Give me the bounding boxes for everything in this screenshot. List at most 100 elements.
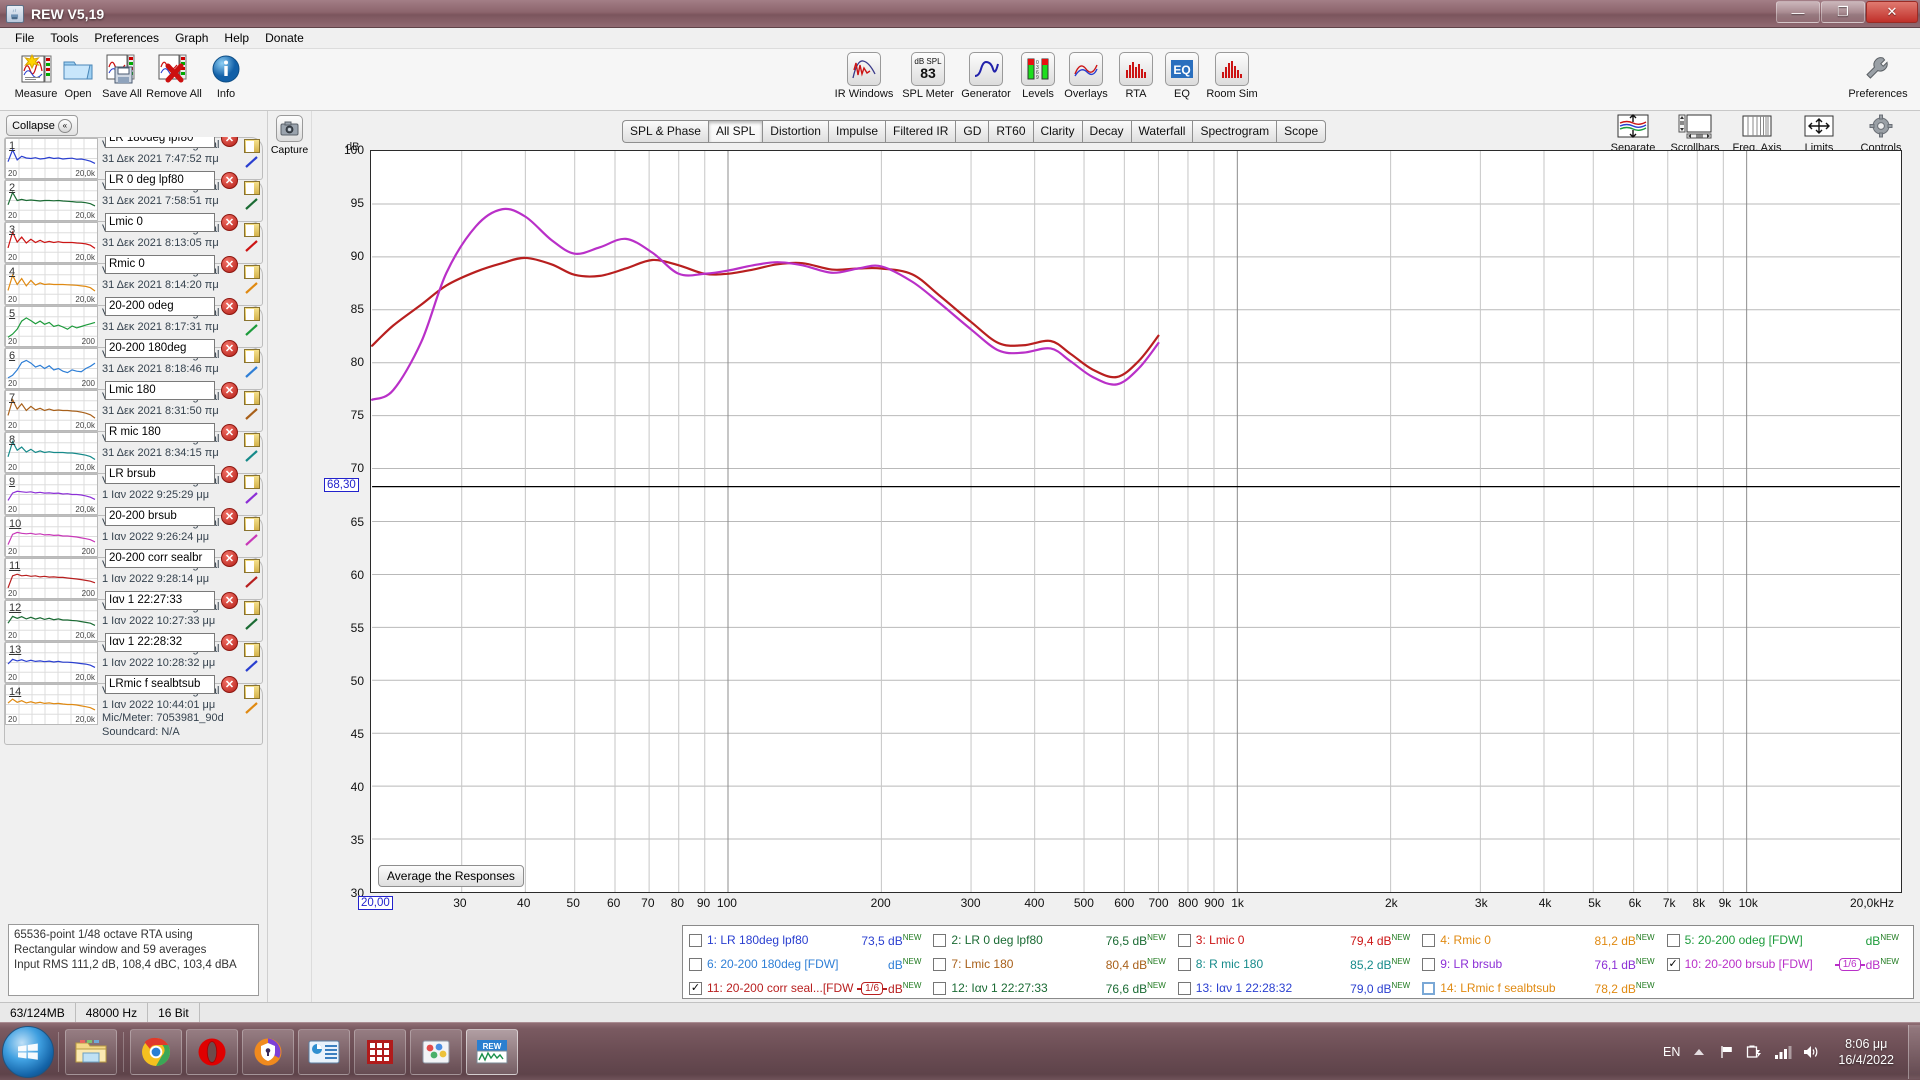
delete-measurement-button[interactable]: ✕ <box>221 382 238 399</box>
measurement-name-input[interactable]: R mic 180 <box>105 423 215 442</box>
legend-checkbox[interactable] <box>689 957 702 971</box>
legend-checkbox[interactable] <box>1422 981 1436 995</box>
edit-notes-icon[interactable] <box>244 685 260 699</box>
taskbar-equalizer-apo[interactable] <box>298 1028 350 1075</box>
legend-checkbox[interactable] <box>933 957 947 971</box>
menu-item-preferences[interactable]: Preferences <box>87 29 166 47</box>
measurement-thumbnail[interactable]: 7 20 20,0k <box>5 390 98 431</box>
legend-item[interactable]: 12: Ιαν 1 22:27:33 76,6 dBNEW <box>931 976 1175 1000</box>
tab-filtered-ir[interactable]: Filtered IR <box>885 120 956 143</box>
delete-measurement-button[interactable]: ✕ <box>221 256 238 273</box>
average-responses-button[interactable]: Average the Responses <box>378 865 524 887</box>
trace-color-icon[interactable] <box>245 324 259 336</box>
legend-checkbox[interactable]: ✓ <box>689 981 702 995</box>
delete-measurement-button[interactable]: ✕ <box>221 508 238 525</box>
trace-color-icon[interactable] <box>245 618 259 630</box>
edit-notes-icon[interactable] <box>244 181 260 195</box>
taskbar-clock[interactable]: 8:06 μμ 16/4/2022 <box>1830 1036 1902 1068</box>
speaker-icon[interactable] <box>1802 1043 1820 1061</box>
measurement-thumbnail[interactable]: 13 20 20,0k <box>5 642 98 683</box>
legend-checkbox[interactable] <box>1422 933 1436 947</box>
legend-item[interactable]: 3: Lmic 0 79,4 dBNEW <box>1176 928 1420 952</box>
tab-all-spl[interactable]: All SPL <box>707 120 763 143</box>
collapse-button[interactable]: Collapse « <box>6 115 78 136</box>
smoothing-badge[interactable]: 1/6 <box>857 981 887 995</box>
close-button[interactable]: ✕ <box>1866 1 1918 23</box>
menu-item-tools[interactable]: Tools <box>43 29 85 47</box>
legend-item[interactable]: ✓ 10: 20-200 brsub [FDW] 1/6 dBNEW <box>1665 952 1909 976</box>
legend-item[interactable]: 13: Ιαν 1 22:28:32 79,0 dBNEW <box>1176 976 1420 1000</box>
tab-waterfall[interactable]: Waterfall <box>1130 120 1193 143</box>
measurement-name-input[interactable]: 20-200 corr sealbr <box>105 549 215 568</box>
legend-item[interactable]: 1: LR 180deg lpf80 73,5 dBNEW <box>687 928 931 952</box>
tab-clarity[interactable]: Clarity <box>1032 120 1082 143</box>
menu-item-file[interactable]: File <box>8 29 41 47</box>
taskbar-paint[interactable] <box>410 1028 462 1075</box>
legend-checkbox[interactable] <box>933 981 947 995</box>
tab-decay[interactable]: Decay <box>1081 120 1131 143</box>
measurement-thumbnail[interactable]: 4 20 20,0k <box>5 264 98 305</box>
legend-checkbox[interactable] <box>689 933 702 947</box>
trace-color-icon[interactable] <box>245 534 259 546</box>
tab-spl-phase[interactable]: SPL & Phase <box>622 120 708 143</box>
edit-notes-icon[interactable] <box>244 307 260 321</box>
maximize-button[interactable]: ❐ <box>1821 1 1865 23</box>
delete-measurement-button[interactable]: ✕ <box>221 550 238 567</box>
spl-chart[interactable] <box>370 150 1902 893</box>
trace-color-icon[interactable] <box>245 408 259 420</box>
delete-measurement-button[interactable]: ✕ <box>221 214 238 231</box>
measurement-thumbnail[interactable]: 6 20 200 <box>5 348 98 389</box>
edit-notes-icon[interactable] <box>244 433 260 447</box>
trace-color-icon[interactable] <box>245 240 259 252</box>
trace-color-icon[interactable] <box>245 450 259 462</box>
action-center-icon[interactable] <box>1718 1043 1736 1061</box>
measurement-thumbnail[interactable]: 11 20 200 <box>5 558 98 599</box>
ir-windows-button[interactable]: IR Windows <box>828 51 900 109</box>
legend-item[interactable]: 7: Lmic 180 80,4 dBNEW <box>931 952 1175 976</box>
legend-item[interactable]: 8: R mic 180 85,2 dBNEW <box>1176 952 1420 976</box>
windows-start-icon[interactable] <box>2 1025 54 1078</box>
legend-item[interactable]: ✓ 11: 20-200 corr seal...[FDW 1/6 dBNEW <box>687 976 931 1000</box>
legend-checkbox[interactable] <box>1666 933 1680 947</box>
edit-notes-icon[interactable] <box>244 139 260 153</box>
measurement-thumbnail[interactable]: 8 20 20,0k <box>5 432 98 473</box>
edit-notes-icon[interactable] <box>244 601 260 615</box>
delete-measurement-button[interactable]: ✕ <box>221 172 238 189</box>
trace-color-icon[interactable] <box>245 366 259 378</box>
trace-color-icon[interactable] <box>245 660 259 672</box>
legend-checkbox[interactable] <box>1422 957 1436 971</box>
taskbar-opera-browser[interactable] <box>186 1028 238 1075</box>
tab-distortion[interactable]: Distortion <box>762 120 828 143</box>
legend-item[interactable]: 6: 20-200 180deg [FDW] dBNEW <box>687 952 931 976</box>
y-cursor-value[interactable]: 68,30 <box>324 478 359 493</box>
trace-color-icon[interactable] <box>245 702 259 714</box>
delete-measurement-button[interactable]: ✕ <box>221 466 238 483</box>
taskbar-avast-secure-browser[interactable] <box>242 1028 294 1075</box>
edit-notes-icon[interactable] <box>244 475 260 489</box>
info-button[interactable]: Info <box>190 51 262 109</box>
edit-notes-icon[interactable] <box>244 223 260 237</box>
legend-checkbox[interactable] <box>1177 933 1191 947</box>
measurement-name-input[interactable]: 20-200 brsub <box>105 507 215 526</box>
measurement-name-input[interactable]: Ιαν 1 22:28:32 <box>105 633 215 652</box>
trace-color-icon[interactable] <box>245 198 259 210</box>
measurement-thumbnail[interactable]: 10 20 200 <box>5 516 98 557</box>
minimize-button[interactable]: — <box>1776 1 1820 23</box>
legend-item[interactable]: 2: LR 0 deg lpf80 76,5 dBNEW <box>931 928 1175 952</box>
measurement-name-input[interactable]: 20-200 odeg <box>105 297 215 316</box>
taskbar-file-explorer[interactable] <box>65 1028 117 1075</box>
measurement-notes[interactable]: 65536-point 1/48 octave RTA using Rectan… <box>8 924 259 996</box>
network-bars-icon[interactable] <box>1774 1043 1792 1061</box>
camera-icon[interactable] <box>276 115 303 142</box>
menu-item-help[interactable]: Help <box>217 29 256 47</box>
measurement-name-input[interactable]: Lmic 0 <box>105 213 215 232</box>
show-desktop-button[interactable] <box>1908 1024 1920 1079</box>
delete-measurement-button[interactable]: ✕ <box>221 298 238 315</box>
legend-item[interactable]: 9: LR brsub 76,1 dBNEW <box>1420 952 1664 976</box>
measurement-thumbnail[interactable]: 9 20 20,0k <box>5 474 98 515</box>
tab-scope[interactable]: Scope <box>1276 120 1327 143</box>
measurement-thumbnail[interactable]: 1 20 20,0k <box>5 138 98 179</box>
measurement-name-input[interactable]: LR brsub <box>105 465 215 484</box>
measurement-name-input[interactable]: Lmic 180 <box>105 381 215 400</box>
measurement-thumbnail[interactable]: 5 20 200 <box>5 306 98 347</box>
